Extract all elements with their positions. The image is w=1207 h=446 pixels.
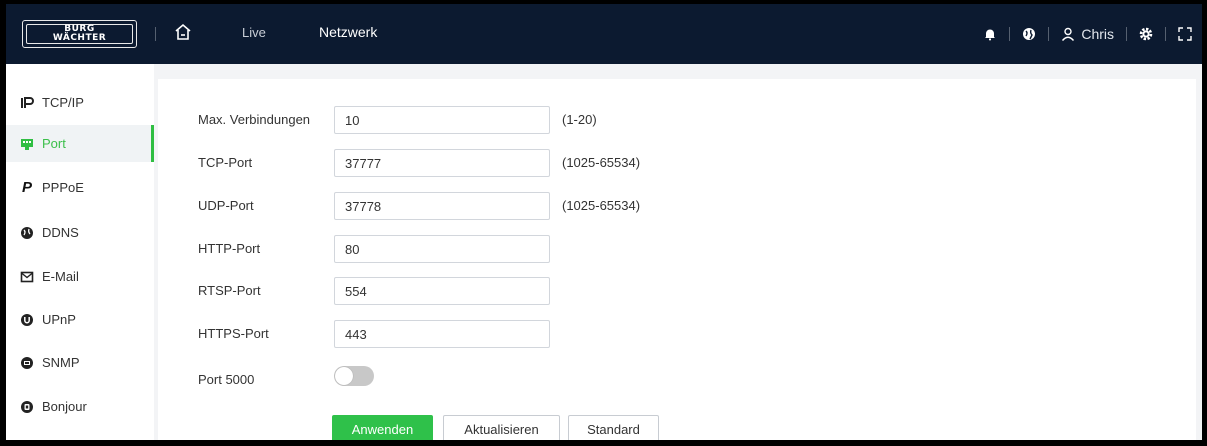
top-bar: BURG WÄCHTER Live Netzwerk Chris xyxy=(6,4,1202,64)
port5000-toggle[interactable] xyxy=(334,366,374,386)
max-connections-label: Max. Verbindungen xyxy=(198,112,311,127)
topbar-divider xyxy=(1009,27,1011,41)
pppoe-icon: P xyxy=(21,179,32,196)
nav-live[interactable]: Live xyxy=(242,25,266,40)
sidebar-item-label: E-Mail xyxy=(42,269,79,284)
https-port-input[interactable] xyxy=(334,320,550,348)
main-content: Max. Verbindungen (1-20) TCP-Port (1025-… xyxy=(154,64,1202,440)
brand-logo[interactable]: BURG WÄCHTER xyxy=(22,20,137,48)
sidebar-item-snmp[interactable]: SNMP xyxy=(6,344,154,381)
sidebar-item-label: SNMP xyxy=(42,355,80,370)
refresh-button[interactable]: Aktualisieren xyxy=(443,415,560,440)
http-port-label: HTTP-Port xyxy=(198,241,261,256)
rtsp-port-label: RTSP-Port xyxy=(198,283,261,298)
email-icon xyxy=(20,270,34,284)
apply-button[interactable]: Anwenden xyxy=(332,415,433,440)
user-name: Chris xyxy=(1081,26,1114,42)
sidebar-item-bonjour[interactable]: Bonjour xyxy=(6,388,154,425)
user-icon xyxy=(1062,27,1075,41)
port-icon xyxy=(20,137,34,151)
topbar-actions: Chris xyxy=(983,4,1192,64)
globe-icon xyxy=(1023,28,1036,40)
toggle-knob xyxy=(335,367,353,385)
settings-button[interactable] xyxy=(1139,27,1153,41)
sidebar-item-email[interactable]: E-Mail xyxy=(6,258,154,295)
settings-icon xyxy=(1139,27,1153,41)
app-window: BURG WÄCHTER Live Netzwerk Chris TCP/IP … xyxy=(6,4,1202,440)
sidebar-item-label: DDNS xyxy=(42,225,79,240)
topbar-divider xyxy=(1048,27,1050,41)
sidebar-item-upnp[interactable]: UPnP xyxy=(6,301,154,338)
tcpip-icon xyxy=(20,96,34,110)
sidebar-item-label: TCP/IP xyxy=(42,95,84,110)
sidebar-item-tcpip[interactable]: TCP/IP xyxy=(6,84,154,121)
max-connections-input[interactable] xyxy=(334,106,550,134)
snmp-icon xyxy=(20,356,34,370)
upnp-icon xyxy=(20,313,34,327)
sidebar-item-pppoe[interactable]: P PPPoE xyxy=(6,169,154,206)
tcp-port-range: (1025-65534) xyxy=(562,155,641,170)
sidebar-item-ddns[interactable]: DDNS xyxy=(6,214,154,251)
home-icon[interactable] xyxy=(173,22,193,42)
user-menu[interactable]: Chris xyxy=(1061,26,1114,42)
sidebar-item-label: UPnP xyxy=(42,312,76,327)
logo-text-bottom: WÄCHTER xyxy=(52,33,107,43)
sidebar: TCP/IP Port P PPPoE DDNS E-Mail UPnP SNM… xyxy=(6,64,154,440)
notifications-button[interactable] xyxy=(983,27,997,41)
https-port-label: HTTPS-Port xyxy=(198,326,269,341)
nav-network[interactable]: Netzwerk xyxy=(319,24,377,40)
port5000-label: Port 5000 xyxy=(198,372,255,387)
udp-port-input[interactable] xyxy=(334,192,550,220)
sidebar-item-port[interactable]: Port xyxy=(6,125,154,162)
bonjour-icon xyxy=(20,400,34,414)
http-port-input[interactable] xyxy=(334,235,550,263)
topbar-divider xyxy=(1165,27,1166,41)
sidebar-item-label: PPPoE xyxy=(42,180,84,195)
tcp-port-label: TCP-Port xyxy=(198,155,253,170)
fullscreen-icon xyxy=(1178,27,1192,41)
default-button[interactable]: Standard xyxy=(568,415,659,440)
port-settings-panel: Max. Verbindungen (1-20) TCP-Port (1025-… xyxy=(158,79,1196,440)
ddns-icon xyxy=(20,226,34,240)
topbar-divider xyxy=(155,27,156,41)
topbar-divider xyxy=(1126,27,1127,41)
sidebar-item-label: Port xyxy=(42,136,66,151)
udp-port-label: UDP-Port xyxy=(198,198,254,213)
tcp-port-input[interactable] xyxy=(334,149,550,177)
max-connections-range: (1-20) xyxy=(562,112,597,127)
fullscreen-button[interactable] xyxy=(1178,27,1192,41)
language-button[interactable] xyxy=(1022,27,1036,41)
sidebar-item-label: Bonjour xyxy=(42,399,87,414)
rtsp-port-input[interactable] xyxy=(334,277,550,305)
udp-port-range: (1025-65534) xyxy=(562,198,641,213)
bell-icon xyxy=(985,29,996,41)
